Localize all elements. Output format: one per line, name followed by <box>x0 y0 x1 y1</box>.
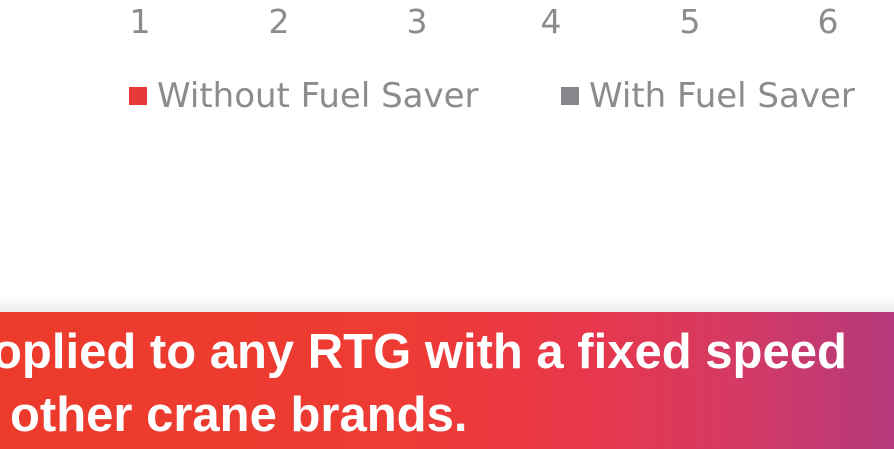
x-tick-label: 3 <box>406 2 428 41</box>
section-shadow <box>0 296 894 312</box>
page: 1 2 3 4 5 6 Without Fuel Saver With Fuel… <box>0 0 894 449</box>
legend-label: Without Fuel Saver <box>157 76 479 116</box>
x-tick-label: 1 <box>129 2 151 41</box>
legend-swatch-red <box>129 87 147 105</box>
legend-item-with-fuel-saver: With Fuel Saver <box>561 74 855 118</box>
legend-item-without-fuel-saver: Without Fuel Saver <box>129 74 479 118</box>
x-tick-label: 5 <box>679 2 701 41</box>
legend-label: With Fuel Saver <box>589 76 855 116</box>
x-tick-label: 6 <box>817 2 839 41</box>
x-tick-label: 4 <box>540 2 562 41</box>
banner-text-line-1: oplied to any RTG with a fixed speed <box>0 325 847 379</box>
banner-text-line-2: other crane brands. <box>10 388 468 442</box>
x-tick-label: 2 <box>268 2 290 41</box>
promo-banner: oplied to any RTG with a fixed speed oth… <box>0 312 894 449</box>
legend-swatch-gray <box>561 87 579 105</box>
